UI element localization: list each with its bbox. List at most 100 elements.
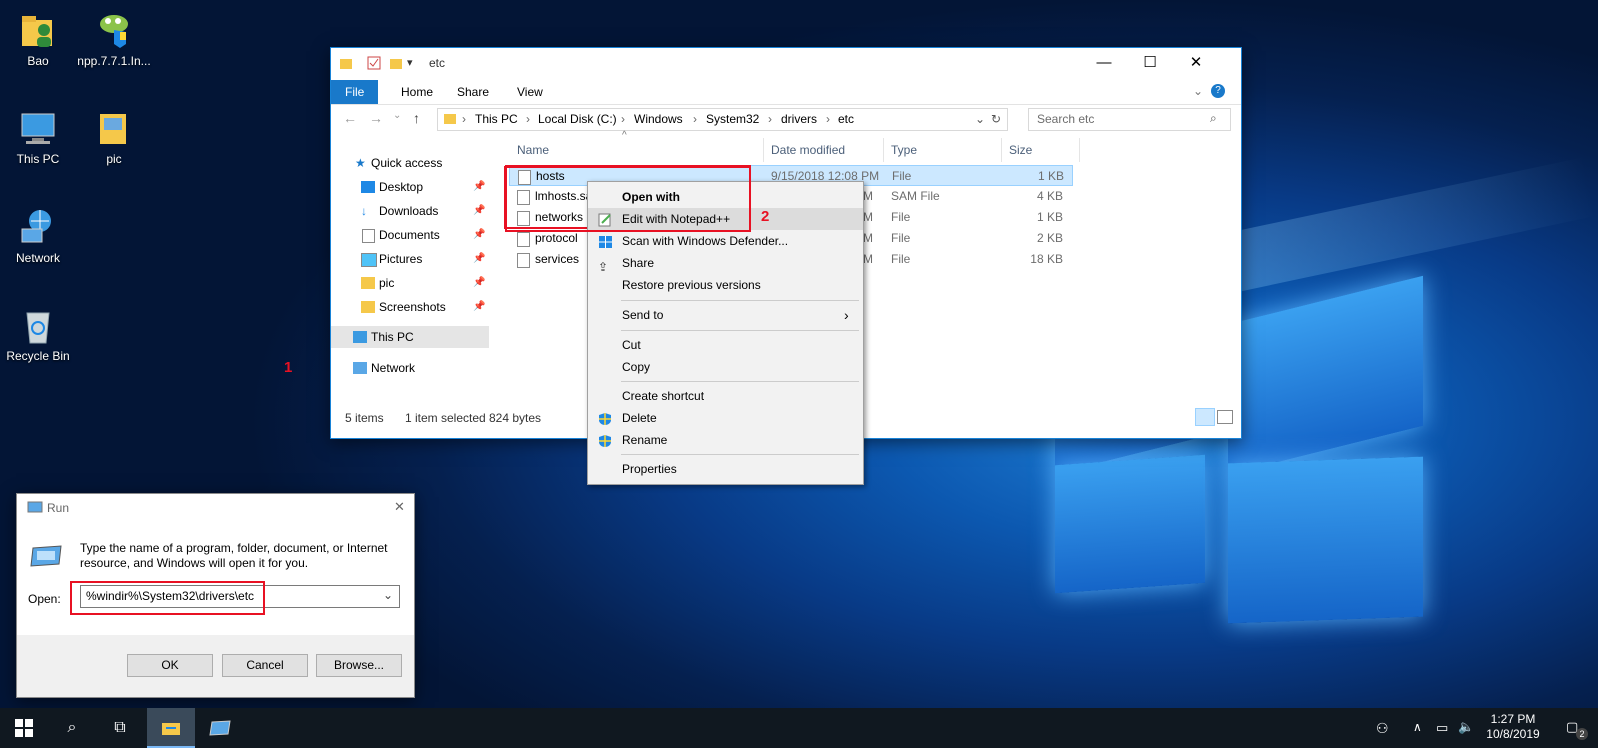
run-dialog[interactable]: Run ✕ Type the name of a program, folder… [16,493,415,698]
navigation-bar: ← → ⌄ ↑ › This PC › Local Disk (C:) › Wi… [331,104,1241,134]
task-view-button[interactable]: ⧉ [96,708,144,748]
nav-documents[interactable]: Documents 📌 [331,224,489,246]
close-button[interactable]: ✕ [1173,48,1219,78]
nav-network[interactable]: Network [331,357,489,379]
breadcrumb-system32[interactable]: System32 [706,112,759,126]
nav-desktop[interactable]: Desktop 📌 [331,176,489,198]
browse-button[interactable]: Browse... [316,654,402,677]
explorer-titlebar[interactable]: ▾ etc — ☐ ✕ [331,48,1241,80]
new-folder-icon[interactable] [389,56,403,73]
breadcrumb-this-pc[interactable]: This PC [475,112,518,126]
menu-separator [621,381,859,382]
desktop-icon-network[interactable]: Network [0,207,76,265]
forward-arrow-icon[interactable]: → [369,110,383,126]
nav-this-pc[interactable]: This PC [331,326,489,348]
ok-button[interactable]: OK [127,654,213,677]
notification-count-badge: 2 [1576,728,1588,740]
nav-quick-access[interactable]: ★ Quick access [331,152,489,174]
highlight-box-edit-notepadpp [505,165,751,232]
large-icons-view-icon[interactable] [1217,410,1233,424]
chevron-down-icon[interactable]: ⌄ [383,588,393,602]
desktop-icon-this-pc[interactable]: This PC [0,108,76,166]
properties-icon[interactable] [367,56,381,73]
file-icon [517,253,530,268]
menu-scan-defender[interactable]: Scan with Windows Defender... [588,230,863,252]
file-icon [517,232,530,247]
menu-create-shortcut[interactable]: Create shortcut [588,385,863,407]
column-name[interactable]: Name [509,138,764,162]
taskbar-file-explorer[interactable] [147,708,195,748]
menu-rename[interactable]: Rename [588,429,863,451]
breadcrumb-local-disk[interactable]: Local Disk (C:) [538,112,617,126]
menu-send-to[interactable]: Send to › [588,304,863,326]
breadcrumb-separator-icon: › [693,112,697,126]
network-tray-icon[interactable]: ▭ [1436,720,1448,736]
desktop-icon-bao[interactable]: Bao [0,10,76,68]
nav-pic[interactable]: pic 📌 [331,272,489,294]
folder-icon [94,108,134,148]
clock-time: 1:27 PM [1490,712,1536,726]
nav-downloads[interactable]: ↓ Downloads 📌 [331,200,489,222]
address-dropdown-icon[interactable]: ⌄ [975,112,985,126]
breadcrumb-drivers[interactable]: drivers [781,112,817,126]
nav-pictures[interactable]: Pictures 📌 [331,248,489,270]
search-input[interactable]: Search etc [1037,112,1094,126]
tab-view[interactable]: View [503,80,557,104]
navigation-pane: ★ Quick access Desktop 📌 ↓ Downloads 📌 D… [331,140,491,410]
maximize-button[interactable]: ☐ [1127,48,1173,78]
pin-icon: 📌 [473,181,486,192]
share-icon: ⇪ [598,260,609,274]
refresh-icon[interactable]: ↻ [991,112,1001,126]
breadcrumb-separator-icon: › [462,112,466,126]
search-box[interactable]: Search etc ⌕ [1028,108,1231,131]
expand-ribbon-icon[interactable]: ⌄ [1193,84,1203,98]
recent-locations-icon[interactable]: ⌄ [393,110,401,121]
desktop-icon-pic[interactable]: pic [76,108,152,166]
chevron-right-icon: › [844,307,849,323]
people-icon[interactable]: ⚇ [1376,720,1389,737]
close-icon[interactable]: ✕ [394,499,405,515]
search-taskbar-button[interactable]: ⌕ [48,708,96,748]
menu-delete[interactable]: Delete [588,407,863,429]
run-dialog-title: Run [47,501,70,515]
breadcrumb-windows[interactable]: Windows [634,112,683,126]
column-type[interactable]: Type [883,138,1002,162]
pin-icon: 📌 [473,205,486,216]
folder-icon [162,723,180,735]
up-arrow-icon[interactable]: ↑ [413,110,420,126]
qat-dropdown-icon[interactable]: ▾ [407,56,413,69]
breadcrumb-etc[interactable]: etc [838,112,854,126]
menu-share[interactable]: ⇪ Share [588,252,863,274]
menu-cut[interactable]: Cut [588,334,863,356]
tab-share[interactable]: Share [443,80,503,104]
cancel-button[interactable]: Cancel [222,654,308,677]
address-bar[interactable]: › This PC › Local Disk (C:) › Windows › … [437,108,1008,131]
step-1-marker: 1 [284,359,293,376]
column-size[interactable]: Size [1001,138,1080,162]
menu-copy[interactable]: Copy [588,356,863,378]
column-date-modified[interactable]: Date modified [763,138,884,162]
clock[interactable]: 1:27 PM 10/8/2019 [1486,712,1540,742]
volume-icon[interactable]: 🔈 [1458,719,1474,735]
start-button[interactable] [0,708,48,748]
logo-pane-top-right [1228,275,1423,475]
uac-shield-icon [598,433,613,447]
search-icon[interactable]: ⌕ [1210,111,1217,126]
status-size: 824 bytes [489,411,542,425]
tab-home[interactable]: Home [387,80,447,104]
breadcrumb-separator-icon: › [826,112,830,126]
pictures-icon [361,253,377,267]
minimize-button[interactable]: — [1081,48,1127,78]
nav-screenshots[interactable]: Screenshots 📌 [331,296,489,318]
menu-properties[interactable]: Properties [588,458,863,480]
help-icon[interactable]: ? [1211,84,1225,98]
menu-restore-previous[interactable]: Restore previous versions [588,274,863,296]
back-arrow-icon[interactable]: ← [343,110,357,126]
details-view-icon[interactable] [1195,408,1215,426]
tab-file[interactable]: File [331,80,379,104]
run-icon [27,500,43,517]
desktop-icon-npp-installer[interactable]: npp.7.7.1.In... [76,10,152,68]
taskbar-run[interactable] [196,708,244,748]
chevron-up-icon[interactable]: ∧ [1413,720,1422,734]
desktop-icon-recycle-bin[interactable]: Recycle Bin [0,305,76,363]
